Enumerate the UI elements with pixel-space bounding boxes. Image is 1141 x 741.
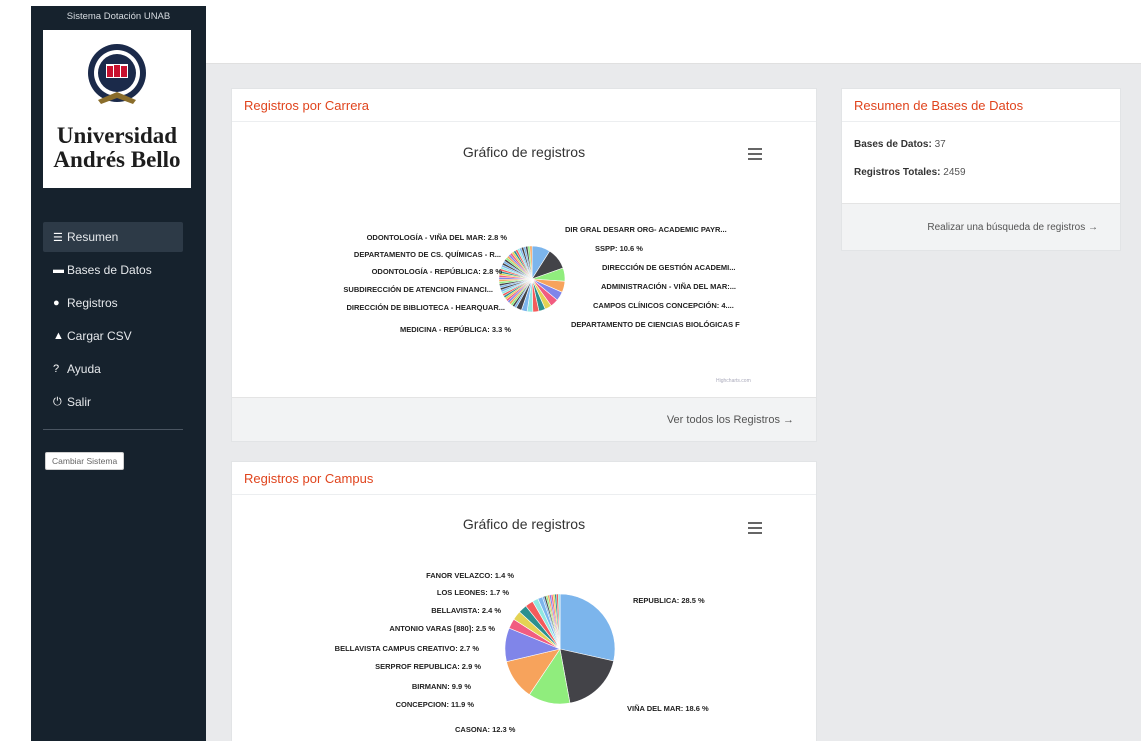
- pie-label: FANOR VELAZCO: 1.4 %: [426, 571, 514, 580]
- pie-label: DEPARTAMENTO DE CIENCIAS BIOLÓGICAS F: [571, 320, 740, 329]
- pie-label: CONCEPCION: 11.9 %: [395, 700, 474, 709]
- panel-registros-por-campus: Registros por Campus Gráfico de registro…: [231, 461, 817, 741]
- pie-label: DIRECCIÓN DE BIBLIOTECA - HEARQUAR...: [346, 303, 505, 312]
- pie-label: BELLAVISTA: 2.4 %: [431, 606, 501, 615]
- app-frame: Sistema Dotación UNAB Universidad Andrés…: [31, 6, 1141, 741]
- sidebar: Sistema Dotación UNAB Universidad Andrés…: [31, 6, 206, 741]
- registros-totales-stat: Registros Totales: 2459: [854, 167, 966, 178]
- chart-title: Gráfico de registros: [462, 516, 586, 532]
- sidebar-item-label: Salir: [67, 395, 92, 409]
- pie-label: SSPP: 10.6 %: [595, 244, 643, 253]
- sidebar-nav: ☰ Resumen ▬ Bases de Datos ● Registros ▲…: [43, 222, 183, 420]
- pie-label: ADMINISTRACIÓN - VIÑA DEL MAR:...: [601, 282, 736, 291]
- pie-label: CAMPOS CLÍNICOS CONCEPCIÓN: 4....: [593, 301, 734, 310]
- system-title: Sistema Dotación UNAB: [66, 11, 171, 22]
- sidebar-item-bases-de-datos[interactable]: ▬ Bases de Datos: [43, 255, 183, 285]
- pie-label: SERPROF REPUBLICA: 2.9 %: [375, 662, 481, 671]
- pie-label: DEPARTAMENTO DE CS. QUÍMICAS - R...: [353, 250, 501, 259]
- pie-label: ANTONIO VARAS [880]: 2.5 %: [389, 624, 495, 633]
- bases-value: 37: [934, 139, 946, 150]
- pie-chart-campus: [504, 593, 616, 705]
- panel-title: Resumen de Bases de Datos: [842, 89, 1120, 122]
- pie-label: ODONTOLOGÍA - VIÑA DEL MAR: 2.8 %: [366, 233, 507, 242]
- pie-label: DIR GRAL DESARR ORG- ACADEMIC PAYR...: [565, 225, 727, 234]
- panel-footer: Ver todos los Registros →: [232, 397, 816, 441]
- pie-label: SUBDIRECCIÓN DE ATENCION FINANCI...: [343, 285, 493, 294]
- upload-user-icon: ▲: [53, 330, 64, 342]
- database-icon: ▬: [53, 264, 64, 276]
- bases-label: Bases de Datos:: [854, 139, 932, 150]
- panel-title: Registros por Campus: [232, 462, 816, 495]
- sidebar-divider: [43, 429, 183, 430]
- sidebar-item-ayuda[interactable]: ? Ayuda: [43, 354, 183, 384]
- chart-menu-icon[interactable]: [748, 522, 762, 534]
- change-system-button[interactable]: Cambiar Sistema: [45, 452, 125, 470]
- sidebar-item-cargar-csv[interactable]: ▲ Cargar CSV: [43, 321, 183, 351]
- sidebar-item-resumen[interactable]: ☰ Resumen: [43, 222, 183, 252]
- chart-credit: Highcharts.com: [716, 378, 751, 384]
- chart-menu-icon[interactable]: [748, 148, 762, 160]
- top-bar: [206, 6, 1141, 64]
- logo-line-2: Andrés Bello: [53, 147, 181, 172]
- sidebar-item-registros[interactable]: ● Registros: [43, 288, 183, 318]
- sidebar-item-label: Resumen: [67, 230, 119, 244]
- sidebar-item-label: Bases de Datos: [67, 263, 152, 277]
- pie-label: CASONA: 12.3 %: [455, 725, 516, 734]
- pie-label: MEDICINA - REPÚBLICA: 3.3 %: [400, 325, 511, 334]
- pie-label: BELLAVISTA CAMPUS CREATIVO: 2.7 %: [334, 644, 479, 653]
- list-icon: ☰: [53, 231, 63, 244]
- ver-todos-registros-link[interactable]: Ver todos los Registros →: [667, 414, 794, 426]
- logo-line-1: Universidad: [56, 123, 178, 148]
- pie-label: ODONTOLOGÍA - REPÚBLICA: 2.8 %: [371, 267, 502, 276]
- help-icon: ?: [53, 363, 60, 375]
- sidebar-item-label: Cargar CSV: [67, 329, 132, 343]
- registros-label: Registros Totales:: [854, 167, 941, 178]
- pie-label: BIRMANN: 9.9 %: [411, 682, 471, 691]
- university-seal-icon: [88, 44, 146, 104]
- pie-label: LOS LEONES: 1.7 %: [436, 588, 509, 597]
- panel-title: Registros por Carrera: [232, 89, 816, 122]
- registros-value: 2459: [943, 167, 966, 178]
- sidebar-item-label: Registros: [67, 296, 118, 310]
- power-icon: ⏻: [53, 395, 62, 408]
- sidebar-item-salir[interactable]: ⏻ Salir: [43, 387, 183, 417]
- busqueda-registros-link[interactable]: Realizar una búsqueda de registros →: [927, 222, 1098, 233]
- pie-label: VIÑA DEL MAR: 18.6 %: [627, 704, 709, 713]
- chart-title: Gráfico de registros: [462, 144, 586, 160]
- sidebar-item-label: Ayuda: [67, 362, 101, 376]
- user-icon: ●: [53, 297, 60, 309]
- bases-de-datos-stat: Bases de Datos: 37: [854, 139, 946, 150]
- pie-label: DIRECCIÓN DE GESTIÓN ACADEMI...: [602, 263, 736, 272]
- panel-registros-por-carrera: Registros por Carrera Gráfico de registr…: [231, 88, 817, 442]
- pie-label: REPUBLICA: 28.5 %: [633, 596, 705, 605]
- panel-footer: Realizar una búsqueda de registros →: [842, 203, 1120, 250]
- university-logo: Universidad Andrés Bello: [43, 30, 191, 188]
- panel-resumen-bases-de-datos: Resumen de Bases de Datos Bases de Datos…: [841, 88, 1121, 251]
